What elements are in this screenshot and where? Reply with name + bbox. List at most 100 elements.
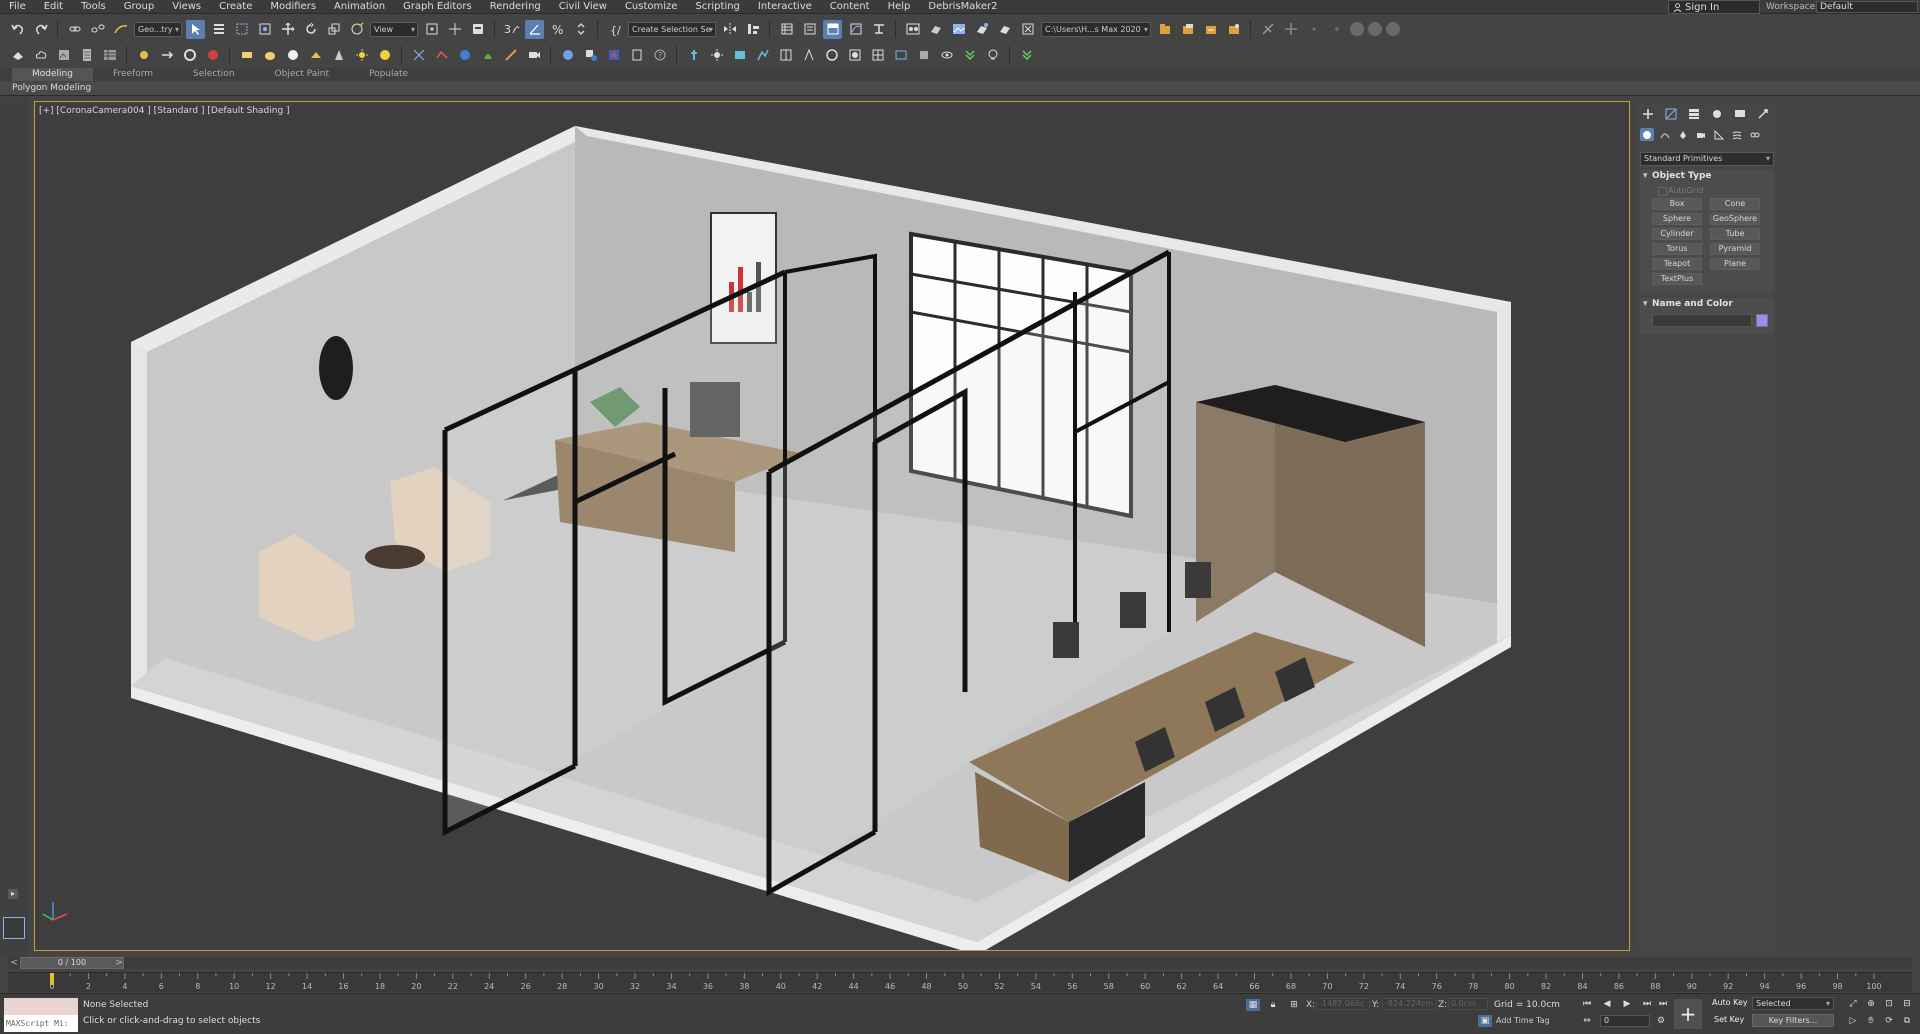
teapot-button[interactable]: Teapot [1652, 258, 1702, 270]
corona-sun-icon[interactable] [329, 46, 348, 65]
modify-tab-icon[interactable] [1663, 107, 1679, 121]
spinner-snap-icon[interactable] [571, 20, 590, 39]
expand-layout-icon[interactable]: ▸ [8, 889, 18, 899]
ribbon-tab-populate[interactable]: Populate [349, 68, 428, 81]
zoom-icon[interactable]: ⤢ [1846, 998, 1860, 1010]
current-frame-marker[interactable] [50, 973, 54, 985]
keyboard-shortcut-icon[interactable] [468, 20, 487, 39]
name-and-color-title[interactable]: Name and Color [1640, 298, 1774, 311]
named-selection-dropdown[interactable]: Create Selection Se [628, 21, 716, 37]
time-slider-thumb[interactable]: 0 / 100 [20, 957, 124, 969]
open-project-icon[interactable] [1155, 20, 1174, 39]
selection-lock-icon[interactable]: 🔒︎ [1266, 999, 1280, 1011]
menu-interactive[interactable]: Interactive [749, 0, 821, 14]
go-to-end-icon[interactable]: ⏭ [1656, 998, 1670, 1010]
corona-tone-icon[interactable] [776, 46, 795, 65]
toggle-ribbon-icon[interactable] [823, 19, 842, 39]
menu-graph-editors[interactable]: Graph Editors [394, 0, 481, 14]
selection-filter-dropdown[interactable]: Geo...try [134, 21, 182, 37]
plugin-dot-icon[interactable] [1304, 20, 1323, 39]
menu-scripting[interactable]: Scripting [686, 0, 748, 14]
geosphere-button[interactable]: GeoSphere [1710, 213, 1760, 225]
corona-eye-icon[interactable] [937, 46, 956, 65]
display-tab-icon[interactable] [1732, 107, 1748, 121]
corona-lightmix-icon[interactable] [753, 46, 772, 65]
object-type-title[interactable]: Object Type [1640, 170, 1774, 183]
zoom-extents-all-icon[interactable]: ⊟ [1900, 998, 1914, 1010]
sign-in-button[interactable]: Sign In [1668, 0, 1760, 14]
bind-spacewarp-icon[interactable] [111, 20, 130, 39]
select-by-name-icon[interactable] [209, 20, 228, 39]
key-filters-button[interactable]: Key Filters... [1752, 1014, 1834, 1027]
corona-distance-icon[interactable] [455, 46, 474, 65]
cameras-icon[interactable] [1694, 128, 1708, 141]
corona-icon[interactable] [180, 46, 199, 65]
x-coordinate-field[interactable]: -1487.066c [1316, 998, 1370, 1010]
menu-civil-view[interactable]: Civil View [550, 0, 616, 14]
cloud-icon[interactable] [31, 46, 50, 65]
menu-customize[interactable]: Customize [616, 0, 687, 14]
previous-frame-icon[interactable]: < [8, 957, 20, 969]
workspace-dropdown[interactable]: Default [1816, 1, 1918, 13]
corona-layered-icon[interactable] [627, 46, 646, 65]
cylinder-button[interactable]: Cylinder [1652, 228, 1702, 240]
corona-vfb-icon[interactable] [203, 46, 222, 65]
cone-button[interactable]: Cone [1710, 198, 1760, 210]
ribbon-panel-label[interactable]: Polygon Modeling [12, 83, 91, 93]
hierarchy-tab-icon[interactable] [1686, 107, 1702, 121]
save-project-icon[interactable] [1178, 20, 1197, 39]
textplus-button[interactable]: TextPlus [1652, 273, 1702, 285]
create-tab-icon[interactable] [1640, 107, 1656, 121]
selection-set-dropdown[interactable]: Selected [1752, 997, 1834, 1010]
project-path-dropdown[interactable]: C:\Users\H...s Max 2020 [1041, 21, 1151, 37]
material-editor-icon[interactable] [903, 20, 922, 39]
snaps-toggle-icon[interactable]: 3 [502, 20, 521, 39]
maxscript-listener[interactable]: MAXScript Mi: [4, 998, 78, 1032]
time-tag-icon[interactable]: ▣ [1478, 1015, 1492, 1027]
light-lister-icon[interactable] [134, 46, 153, 65]
menu-help[interactable]: Help [879, 0, 920, 14]
menu-file[interactable]: File [0, 0, 35, 14]
corona-sync-icon[interactable] [822, 46, 841, 65]
menu-modifiers[interactable]: Modifiers [261, 0, 325, 14]
menu-tools[interactable]: Tools [72, 0, 115, 14]
systems-icon[interactable] [1748, 128, 1762, 141]
corona-camera-icon[interactable] [524, 46, 543, 65]
go-to-start-icon[interactable]: ⏮ [1580, 998, 1594, 1010]
render-production-icon[interactable] [972, 20, 991, 39]
time-config-icon[interactable]: ⚙︎ [1654, 1015, 1668, 1027]
container-icon[interactable] [8, 46, 27, 65]
rectangular-selection-icon[interactable] [232, 20, 251, 39]
pivot-center-icon[interactable] [422, 20, 441, 39]
ribbon-tab-object-paint[interactable]: Object Paint [255, 68, 349, 81]
menu-views[interactable]: Views [163, 0, 210, 14]
corona-region-icon[interactable] [845, 46, 864, 65]
menu-content[interactable]: Content [821, 0, 879, 14]
pyramid-button[interactable]: Pyramid [1710, 243, 1760, 255]
corona-sphere-light-icon[interactable] [260, 46, 279, 65]
autogrid-checkbox[interactable]: AutoGrid [1657, 186, 1703, 196]
corona-mask-icon[interactable] [799, 46, 818, 65]
corona-decal-icon[interactable] [478, 46, 497, 65]
perspective-viewport[interactable]: [+] [CoronaCamera004 ] [Standard ] [Defa… [34, 101, 1630, 951]
zoom-extents-icon[interactable]: ⊡ [1882, 998, 1896, 1010]
corona-bulb-icon[interactable] [983, 46, 1002, 65]
corona-sky-icon[interactable] [352, 46, 371, 65]
geometry-icon[interactable] [1640, 128, 1654, 141]
corona-disk-light-icon[interactable] [283, 46, 302, 65]
auto-key-button[interactable]: Auto Key [1712, 998, 1748, 1007]
isolate-selection-icon[interactable]: ▦ [1246, 999, 1260, 1011]
key-mode-icon[interactable]: ⇔ [1580, 1015, 1594, 1027]
object-color-swatch[interactable] [1756, 314, 1768, 327]
corona-bitmap-icon[interactable] [604, 46, 623, 65]
space-warps-icon[interactable] [1730, 128, 1744, 141]
primitive-category-dropdown[interactable]: Standard Primitives [1640, 152, 1774, 166]
scale-icon[interactable] [324, 20, 343, 39]
next-key-icon[interactable]: ⏭ [1640, 998, 1654, 1010]
rendered-frame-window-icon[interactable] [949, 20, 968, 39]
add-time-tag-button[interactable]: Add Time Tag [1496, 1016, 1550, 1025]
previous-key-icon[interactable]: ◀︎ [1600, 998, 1614, 1010]
maxscript-input[interactable]: MAXScript Mi: [4, 1015, 78, 1032]
menu-group[interactable]: Group [115, 0, 163, 14]
torus-button[interactable]: Torus [1652, 243, 1702, 255]
